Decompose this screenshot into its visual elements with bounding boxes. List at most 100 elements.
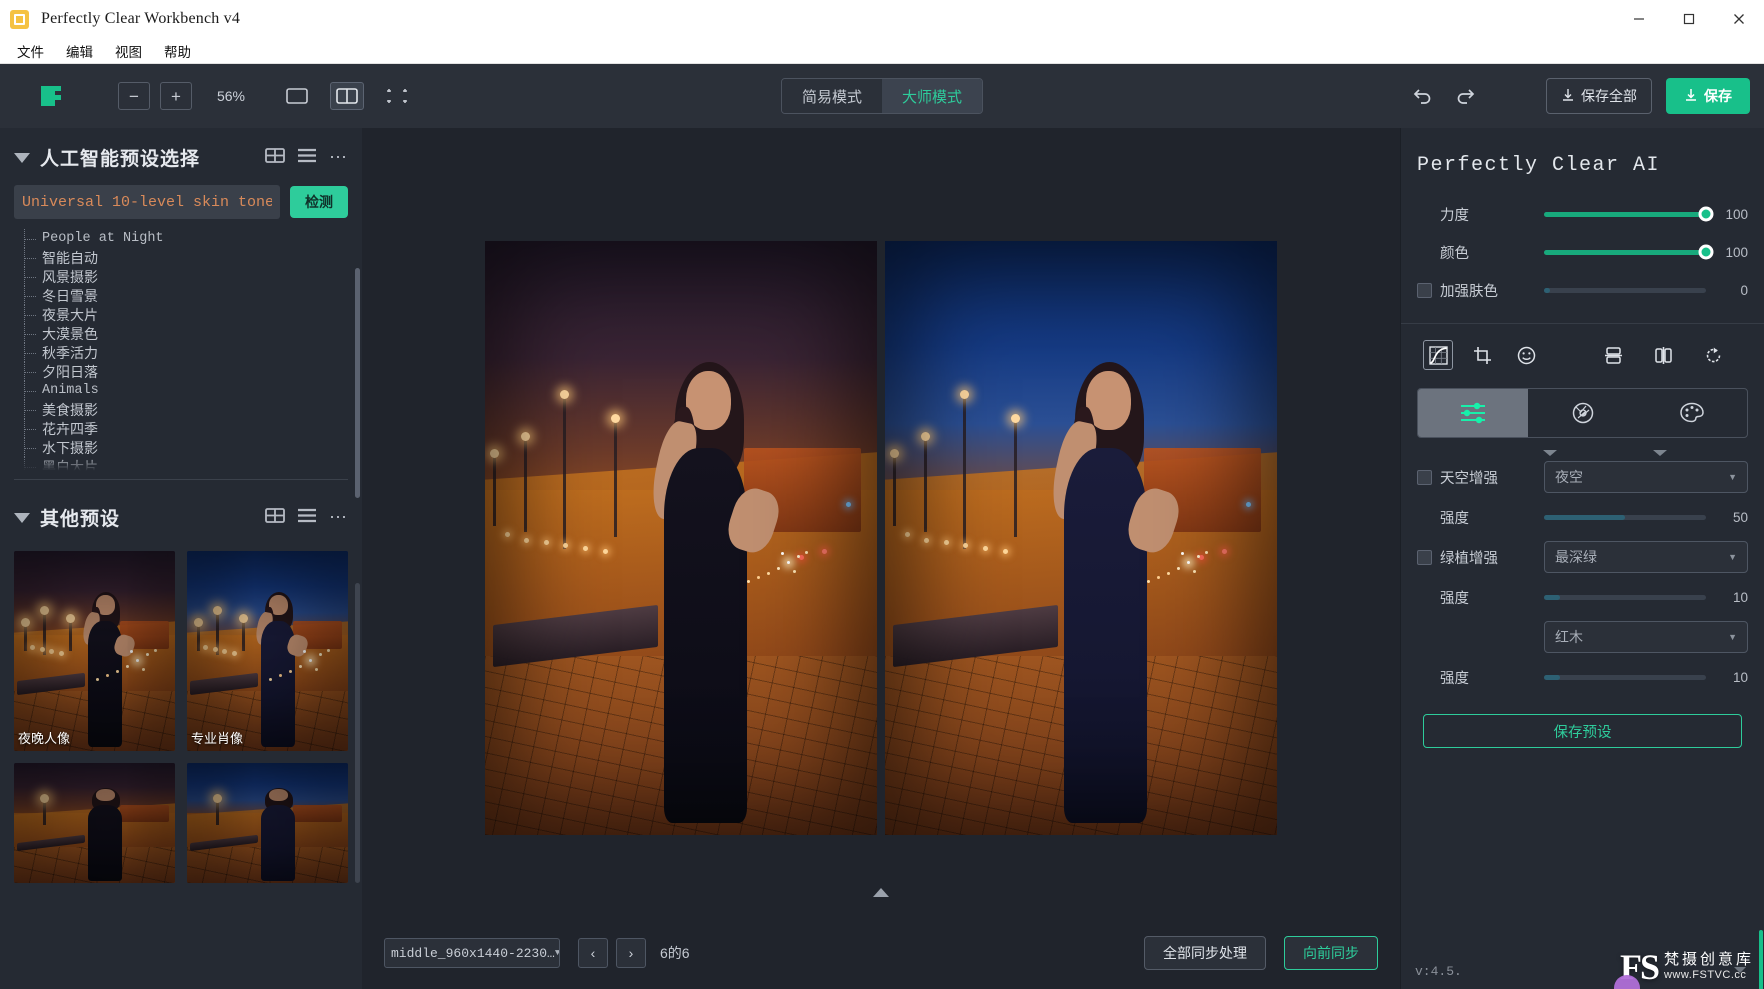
chevron-down-icon[interactable]	[1653, 450, 1667, 456]
preset-thumbnail[interactable]: 夜晚人像	[14, 551, 175, 751]
tree-item[interactable]: 花卉四季	[20, 419, 362, 438]
chevron-down-icon[interactable]	[1543, 450, 1557, 456]
tree-item[interactable]: 智能自动	[20, 248, 362, 267]
chevron-down-icon: ▼	[1728, 472, 1737, 482]
single-view-icon[interactable]	[280, 82, 314, 110]
foliage-enhance-checkbox[interactable]	[1417, 549, 1432, 565]
close-button[interactable]	[1714, 0, 1764, 38]
tree-item[interactable]: 秋季活力	[20, 343, 362, 362]
strength-value: 100	[1725, 206, 1748, 222]
tree-item[interactable]: 风景摄影	[20, 267, 362, 286]
curves-icon[interactable]	[1423, 340, 1453, 370]
strength-slider-track[interactable]	[1544, 206, 1714, 222]
grid-view-icon[interactable]	[265, 507, 285, 528]
before-image[interactable]	[485, 240, 877, 835]
preset-search-box[interactable]	[14, 185, 280, 219]
title-bar: Perfectly Clear Workbench v4	[0, 0, 1764, 38]
ai-presets-header-icons: ⋯	[265, 147, 348, 168]
preset-thumbnail[interactable]	[14, 763, 175, 883]
watermark: FS 梵摄创意库 www.FSTVC.cc	[1620, 948, 1754, 984]
prev-image-button[interactable]: ‹	[578, 938, 608, 968]
tab-palette[interactable]	[1637, 389, 1747, 437]
tree-item[interactable]: 大漠景色	[20, 324, 362, 343]
tree-item[interactable]: 夕阳日落	[20, 362, 362, 381]
list-view-icon[interactable]	[297, 148, 317, 168]
rotate-icon[interactable]	[1698, 340, 1728, 370]
color-slider-track[interactable]	[1544, 244, 1714, 260]
collapse-caret-icon[interactable]	[14, 512, 30, 523]
file-select-dropdown[interactable]: middle_960x1440-2230… ▼	[384, 938, 560, 968]
skin-tone-checkbox[interactable]	[1417, 282, 1432, 298]
foliage-intensity-slider-track[interactable]	[1544, 594, 1706, 600]
right-panel-scrollbar[interactable]	[1759, 930, 1763, 989]
mode-master-button[interactable]: 大师模式	[882, 79, 983, 113]
file-name-label: middle_960x1440-2230…	[391, 945, 555, 961]
detect-button[interactable]: 检测	[290, 186, 348, 218]
maximize-button[interactable]	[1664, 0, 1714, 38]
crop-icon[interactable]	[1467, 340, 1497, 370]
wood-tone-value: 红木	[1555, 629, 1583, 645]
flip-vertical-icon[interactable]	[1598, 340, 1628, 370]
foliage-enhance-dropdown[interactable]: 最深绿 ▼	[1544, 541, 1748, 573]
more-options-icon[interactable]: ⋯	[329, 147, 348, 168]
tab-noise[interactable]	[1528, 389, 1638, 437]
collapse-caret-icon[interactable]	[14, 152, 30, 163]
face-smile-icon[interactable]	[1511, 340, 1541, 370]
foliage-intensity-row: 强度 10	[1401, 578, 1764, 616]
view-mode-controls	[280, 82, 414, 110]
sky-intensity-value: 50	[1732, 509, 1748, 525]
collapse-filmstrip-icon[interactable]	[873, 888, 889, 897]
preset-search-input[interactable]	[22, 193, 272, 211]
sync-all-button[interactable]: 全部同步处理	[1144, 936, 1266, 970]
save-preset-button[interactable]: 保存预设	[1423, 714, 1742, 748]
mode-simple-button[interactable]: 简易模式	[781, 79, 882, 113]
sky-enhance-dropdown[interactable]: 夜空 ▼	[1544, 461, 1748, 493]
undo-icon[interactable]	[1400, 76, 1444, 116]
color-label: 颜色	[1440, 245, 1469, 262]
menu-edit[interactable]: 编辑	[57, 38, 102, 64]
toolbar-right-group: 保存全部 保存	[1400, 76, 1750, 116]
preset-thumbnails-scrollbar[interactable]	[355, 583, 360, 883]
zoom-out-button[interactable]: −	[118, 82, 150, 110]
minimize-button[interactable]	[1614, 0, 1664, 38]
crop-view-icon[interactable]	[380, 82, 414, 110]
tree-item[interactable]: Animals	[20, 381, 362, 400]
save-button[interactable]: 保存	[1666, 78, 1750, 114]
menu-view[interactable]: 视图	[106, 38, 151, 64]
sync-forward-button[interactable]: 向前同步	[1284, 936, 1378, 970]
wood-tone-dropdown[interactable]: 红木 ▼	[1544, 621, 1748, 653]
preset-tree-scrollbar[interactable]	[355, 268, 360, 498]
tree-item[interactable]: People at Night	[20, 229, 362, 248]
flip-horizontal-icon[interactable]	[1648, 340, 1678, 370]
redo-icon[interactable]	[1444, 76, 1488, 116]
zoom-in-button[interactable]: +	[160, 82, 192, 110]
list-view-icon[interactable]	[297, 508, 317, 528]
sky-enhance-checkbox[interactable]	[1417, 469, 1432, 485]
tree-item[interactable]: 水下摄影	[20, 438, 362, 457]
menu-file[interactable]: 文件	[8, 38, 53, 64]
foliage-enhance-label: 绿植增强	[1440, 550, 1498, 567]
split-view-icon[interactable]	[330, 82, 364, 110]
tree-item[interactable]: 夜景大片	[20, 305, 362, 324]
menu-help[interactable]: 帮助	[155, 38, 200, 64]
tab-sliders[interactable]	[1418, 389, 1528, 437]
tree-item[interactable]: 冬日雪景	[20, 286, 362, 305]
ai-presets-header: 人工智能预设选择 ⋯	[0, 128, 362, 181]
preset-thumbnail[interactable]: 专业肖像	[187, 551, 348, 751]
preset-thumbnail[interactable]	[187, 763, 348, 883]
wood-intensity-slider-track[interactable]	[1544, 674, 1706, 680]
sky-enhance-row: 天空增强 夜空 ▼	[1401, 456, 1764, 498]
next-image-button[interactable]: ›	[616, 938, 646, 968]
grid-view-icon[interactable]	[265, 147, 285, 168]
tree-item[interactable]: 美食摄影	[20, 400, 362, 419]
save-all-button[interactable]: 保存全部	[1546, 78, 1652, 114]
more-options-icon[interactable]: ⋯	[329, 507, 348, 528]
main-toolbar: − + 56% 简易模式 大师模式 保存全部 保存	[0, 64, 1764, 128]
after-image[interactable]	[885, 240, 1277, 835]
chevron-down-icon: ▼	[1728, 632, 1737, 642]
tree-item[interactable]: 黑白大片	[20, 457, 362, 473]
skin-tone-slider-track[interactable]	[1544, 287, 1706, 293]
save-label: 保存	[1704, 88, 1732, 104]
sky-intensity-slider-track[interactable]	[1544, 514, 1706, 520]
sky-enhance-value: 夜空	[1555, 469, 1583, 485]
